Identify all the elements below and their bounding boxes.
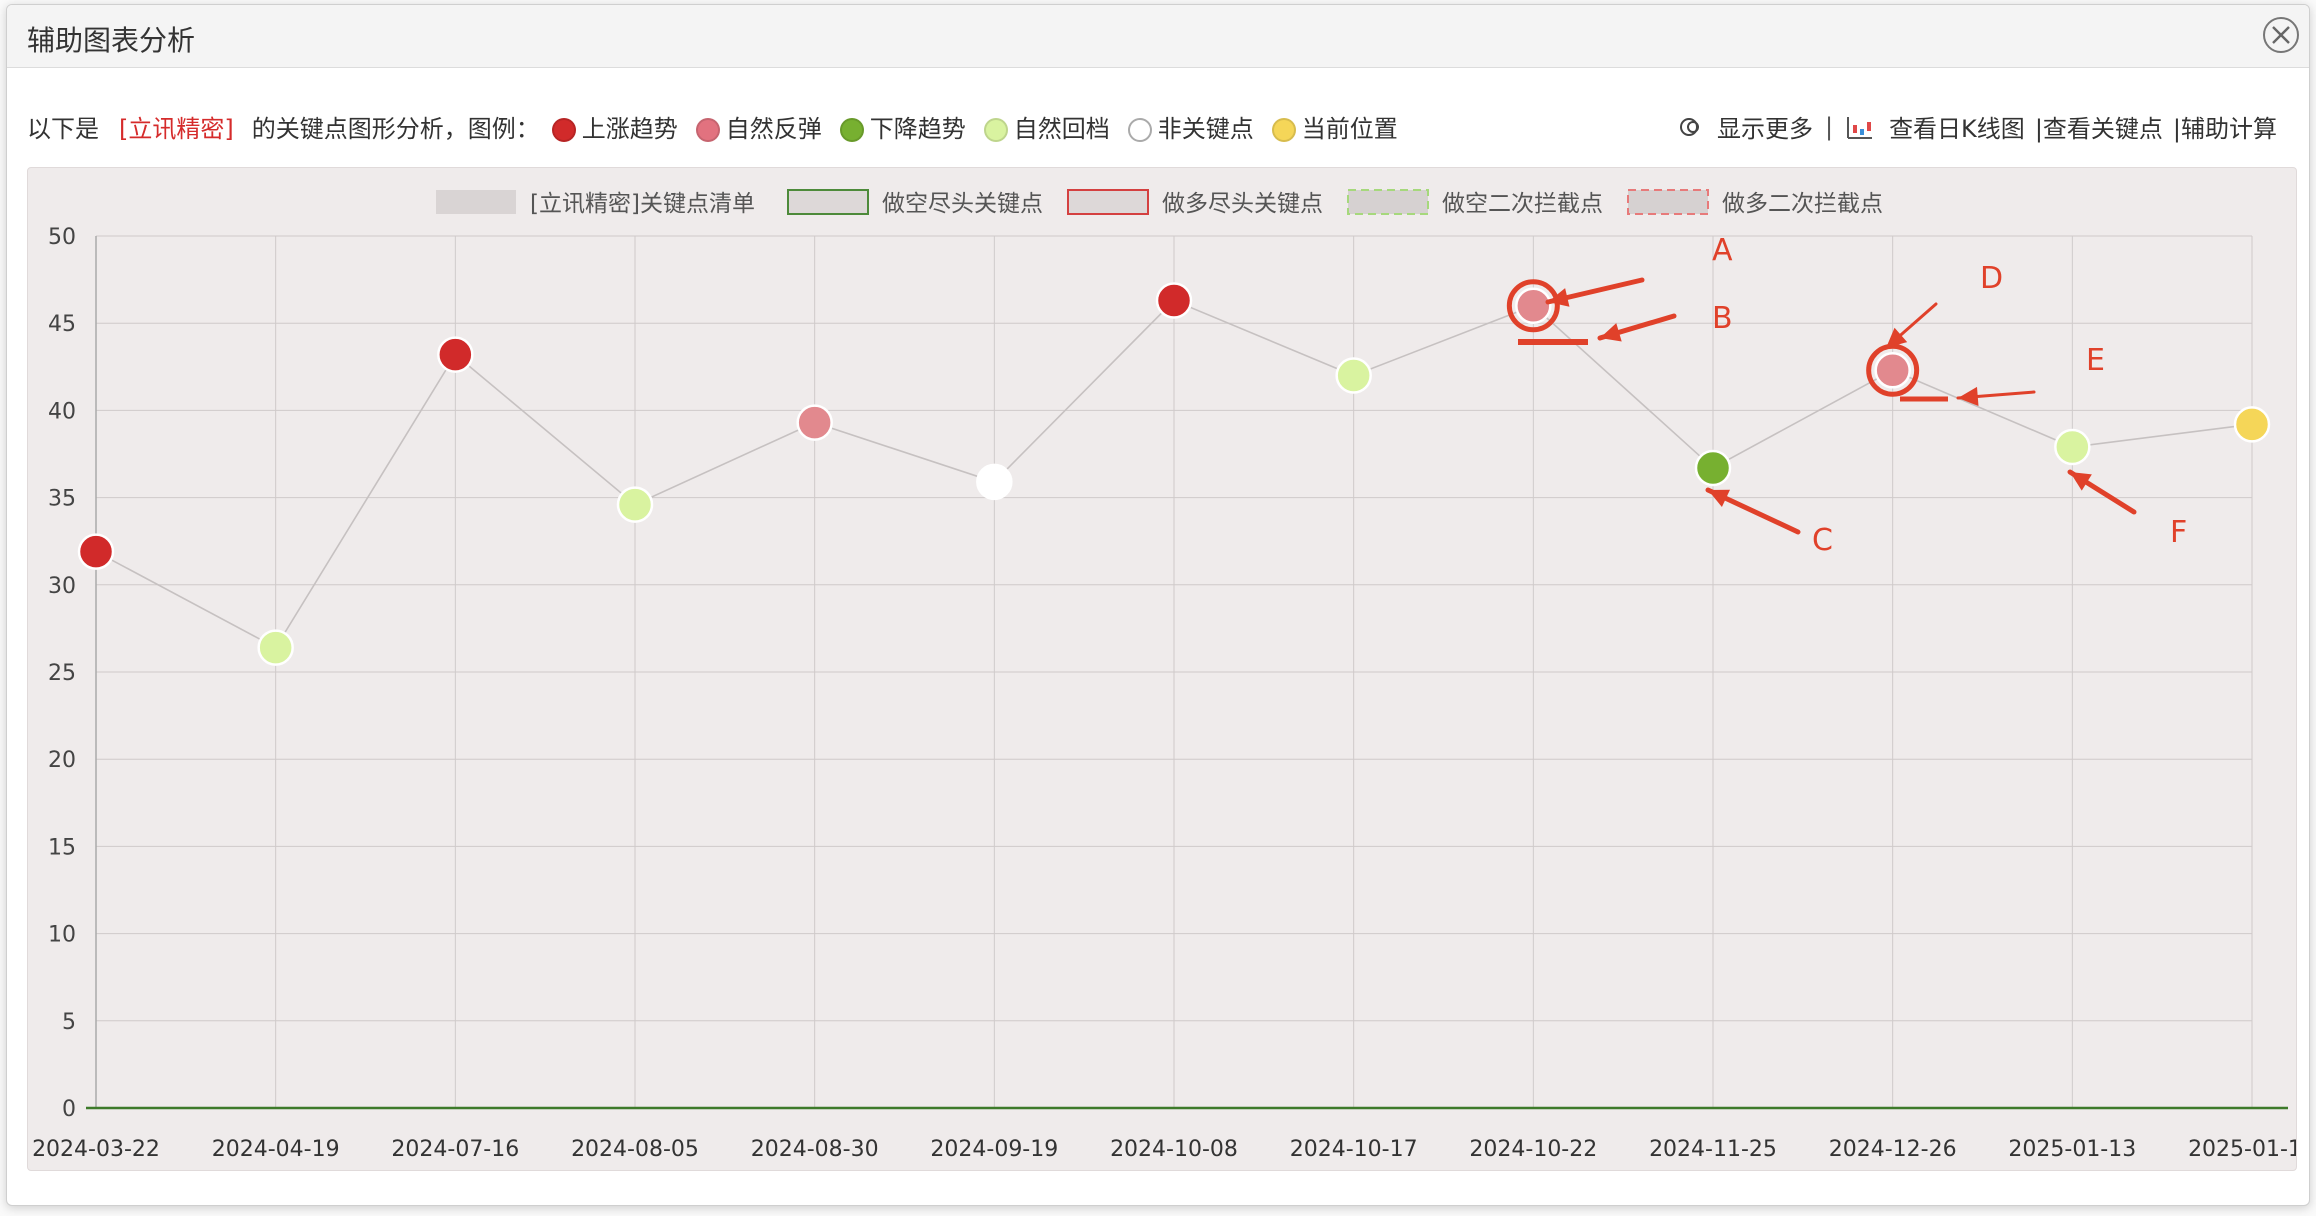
annotation-label-e: E (2086, 343, 2105, 378)
y-tick-label-5: 25 (48, 661, 76, 686)
legend-label-5: 当前位置 (1301, 115, 1398, 143)
data-point-8 (1515, 287, 1552, 325)
x-tick-label-3: 2024-08-05 (571, 1137, 699, 1162)
legend-dot-3 (983, 118, 1008, 142)
intro-suffix: 的关键点图形分析，图例： (251, 115, 540, 143)
y-tick-label-4: 20 (48, 748, 76, 773)
x-tick-label-11: 2025-01-13 (2008, 1137, 2136, 1162)
y-tick-label-0: 0 (62, 1097, 76, 1122)
data-point-5 (976, 463, 1013, 501)
annotation-label-f: F (2170, 515, 2187, 550)
y-tick-label-9: 45 (48, 312, 76, 337)
data-point-0 (77, 533, 115, 570)
legend-toolbar: 以下是 [立讯精密] 的关键点图形分析，图例： 上涨趋势 自然反弹 下降趋势 自然回档… (27, 109, 2297, 149)
x-tick-label-7: 2024-10-17 (1290, 1137, 1418, 1162)
data-point-6 (1155, 282, 1193, 319)
legend-swatch-1 (787, 189, 869, 215)
show-more-link[interactable]: 显示更多 (1717, 109, 1813, 144)
chart-analysis-dialog: 辅助图表分析 以下是 [立讯精密] 的关键点图形分析，图例： 上涨趋势 自然反弹 下… (6, 4, 2310, 1206)
x-tick-label-2: 2024-07-16 (391, 1137, 519, 1162)
data-point-7 (1335, 357, 1372, 394)
close-button[interactable] (2263, 17, 2299, 53)
legend-entry-2: 做多尽头关键点 (1162, 191, 1323, 217)
y-tick-label-6: 30 (48, 574, 76, 599)
x-tick-label-5: 2024-09-19 (930, 1137, 1058, 1162)
data-point-10 (1874, 352, 1911, 389)
legend-swatch-0 (436, 190, 516, 214)
x-tick-label-12: 2025-01-16 (2188, 1137, 2296, 1162)
legend-dot-0 (551, 118, 576, 142)
keypoint-line-chart: [立讯精密]关键点清单 做空尽头关键点 做多尽头关键点 做空二次拦截点 做多二次拦截点 0… (32, 189, 2296, 1162)
separator: | (1824, 112, 1834, 141)
legend-swatch-2 (1067, 189, 1149, 215)
stock-name: [立讯精密] (119, 115, 234, 143)
y-tick-label-10: 50 (48, 225, 76, 250)
legend-label-2: 下降趋势 (869, 115, 966, 143)
legend-label-4: 非关键点 (1157, 115, 1254, 143)
data-point-4 (796, 404, 833, 441)
legend-dot-1 (695, 118, 720, 142)
y-tick-label-2: 10 (48, 923, 76, 948)
x-tick-label-4: 2024-08-30 (751, 1137, 879, 1162)
data-point-1 (257, 629, 294, 666)
y-tick-label-1: 5 (62, 1010, 76, 1035)
close-icon (2272, 26, 2290, 44)
y-tick-label-8: 40 (48, 399, 76, 424)
legend-entry-1: 做空尽头关键点 (882, 191, 1043, 217)
data-point-12 (2233, 406, 2271, 443)
x-tick-label-10: 2024-12-26 (1829, 1137, 1957, 1162)
data-point-9 (1694, 449, 1732, 487)
legend-label-1: 自然反弹 (725, 115, 822, 143)
chart-panel: [立讯精密]关键点清单 做空尽头关键点 做多尽头关键点 做空二次拦截点 做多二次拦截点 0… (27, 167, 2297, 1171)
legend-dot-4 (1127, 118, 1152, 142)
data-point-11 (2054, 428, 2091, 466)
kline-chart-icon (1847, 116, 1873, 139)
intro-prefix: 以下是 (27, 115, 99, 143)
annotation-label-b: B (1712, 301, 1733, 336)
x-tick-label-8: 2024-10-22 (1469, 1137, 1597, 1162)
annotation-layer: AB C D E F (1506, 233, 2187, 558)
view-kline-link[interactable]: 查看日K线图 (1889, 109, 2025, 144)
y-tick-label-7: 35 (48, 487, 76, 512)
legend-swatch-4 (1627, 189, 1709, 215)
data-point-2 (437, 336, 474, 373)
dialog-title: 辅助图表分析 (27, 24, 196, 57)
legend-entry-4: 做多二次拦截点 (1722, 191, 1883, 217)
dialog-header: 辅助图表分析 (7, 5, 2309, 68)
legend-dot-2 (839, 118, 864, 142)
legend-label-3: 自然回档 (1013, 115, 1110, 143)
aux-calc-link[interactable]: |辅助计算 (2173, 109, 2277, 144)
legend-label-0: 上涨趋势 (581, 115, 678, 143)
toolbar-actions: 显示更多 | 查看日K线图 |查看关键点 |辅助计算 (1677, 109, 2277, 144)
data-point-3 (616, 486, 654, 523)
legend-swatch-3 (1347, 189, 1429, 215)
x-tick-label-1: 2024-04-19 (212, 1137, 340, 1162)
point-type-legend: 上涨趋势 自然反弹 下降趋势 自然回档 非关键点 当前位置 (540, 109, 1398, 144)
eye-icon (1679, 117, 1699, 136)
annotation-label-d: D (1980, 261, 2003, 296)
legend-intro: 以下是 [立讯精密] 的关键点图形分析，图例： 上涨趋势 自然反弹 下降趋势 自然回档… (27, 109, 1398, 144)
y-tick-label-3: 15 (48, 835, 76, 860)
x-tick-label-9: 2024-11-25 (1649, 1137, 1777, 1162)
view-keypoints-link[interactable]: |查看关键点 (2035, 109, 2163, 144)
legend-dot-5 (1271, 118, 1296, 142)
x-tick-label-6: 2024-10-08 (1110, 1137, 1238, 1162)
legend-entry-3: 做空二次拦截点 (1442, 191, 1603, 217)
annotation-label-a: A (1712, 233, 1733, 268)
legend-entry-0: [立讯精密]关键点清单 (530, 191, 755, 217)
x-tick-label-0: 2024-03-22 (32, 1137, 160, 1162)
annotation-label-c: C (1812, 523, 1833, 558)
